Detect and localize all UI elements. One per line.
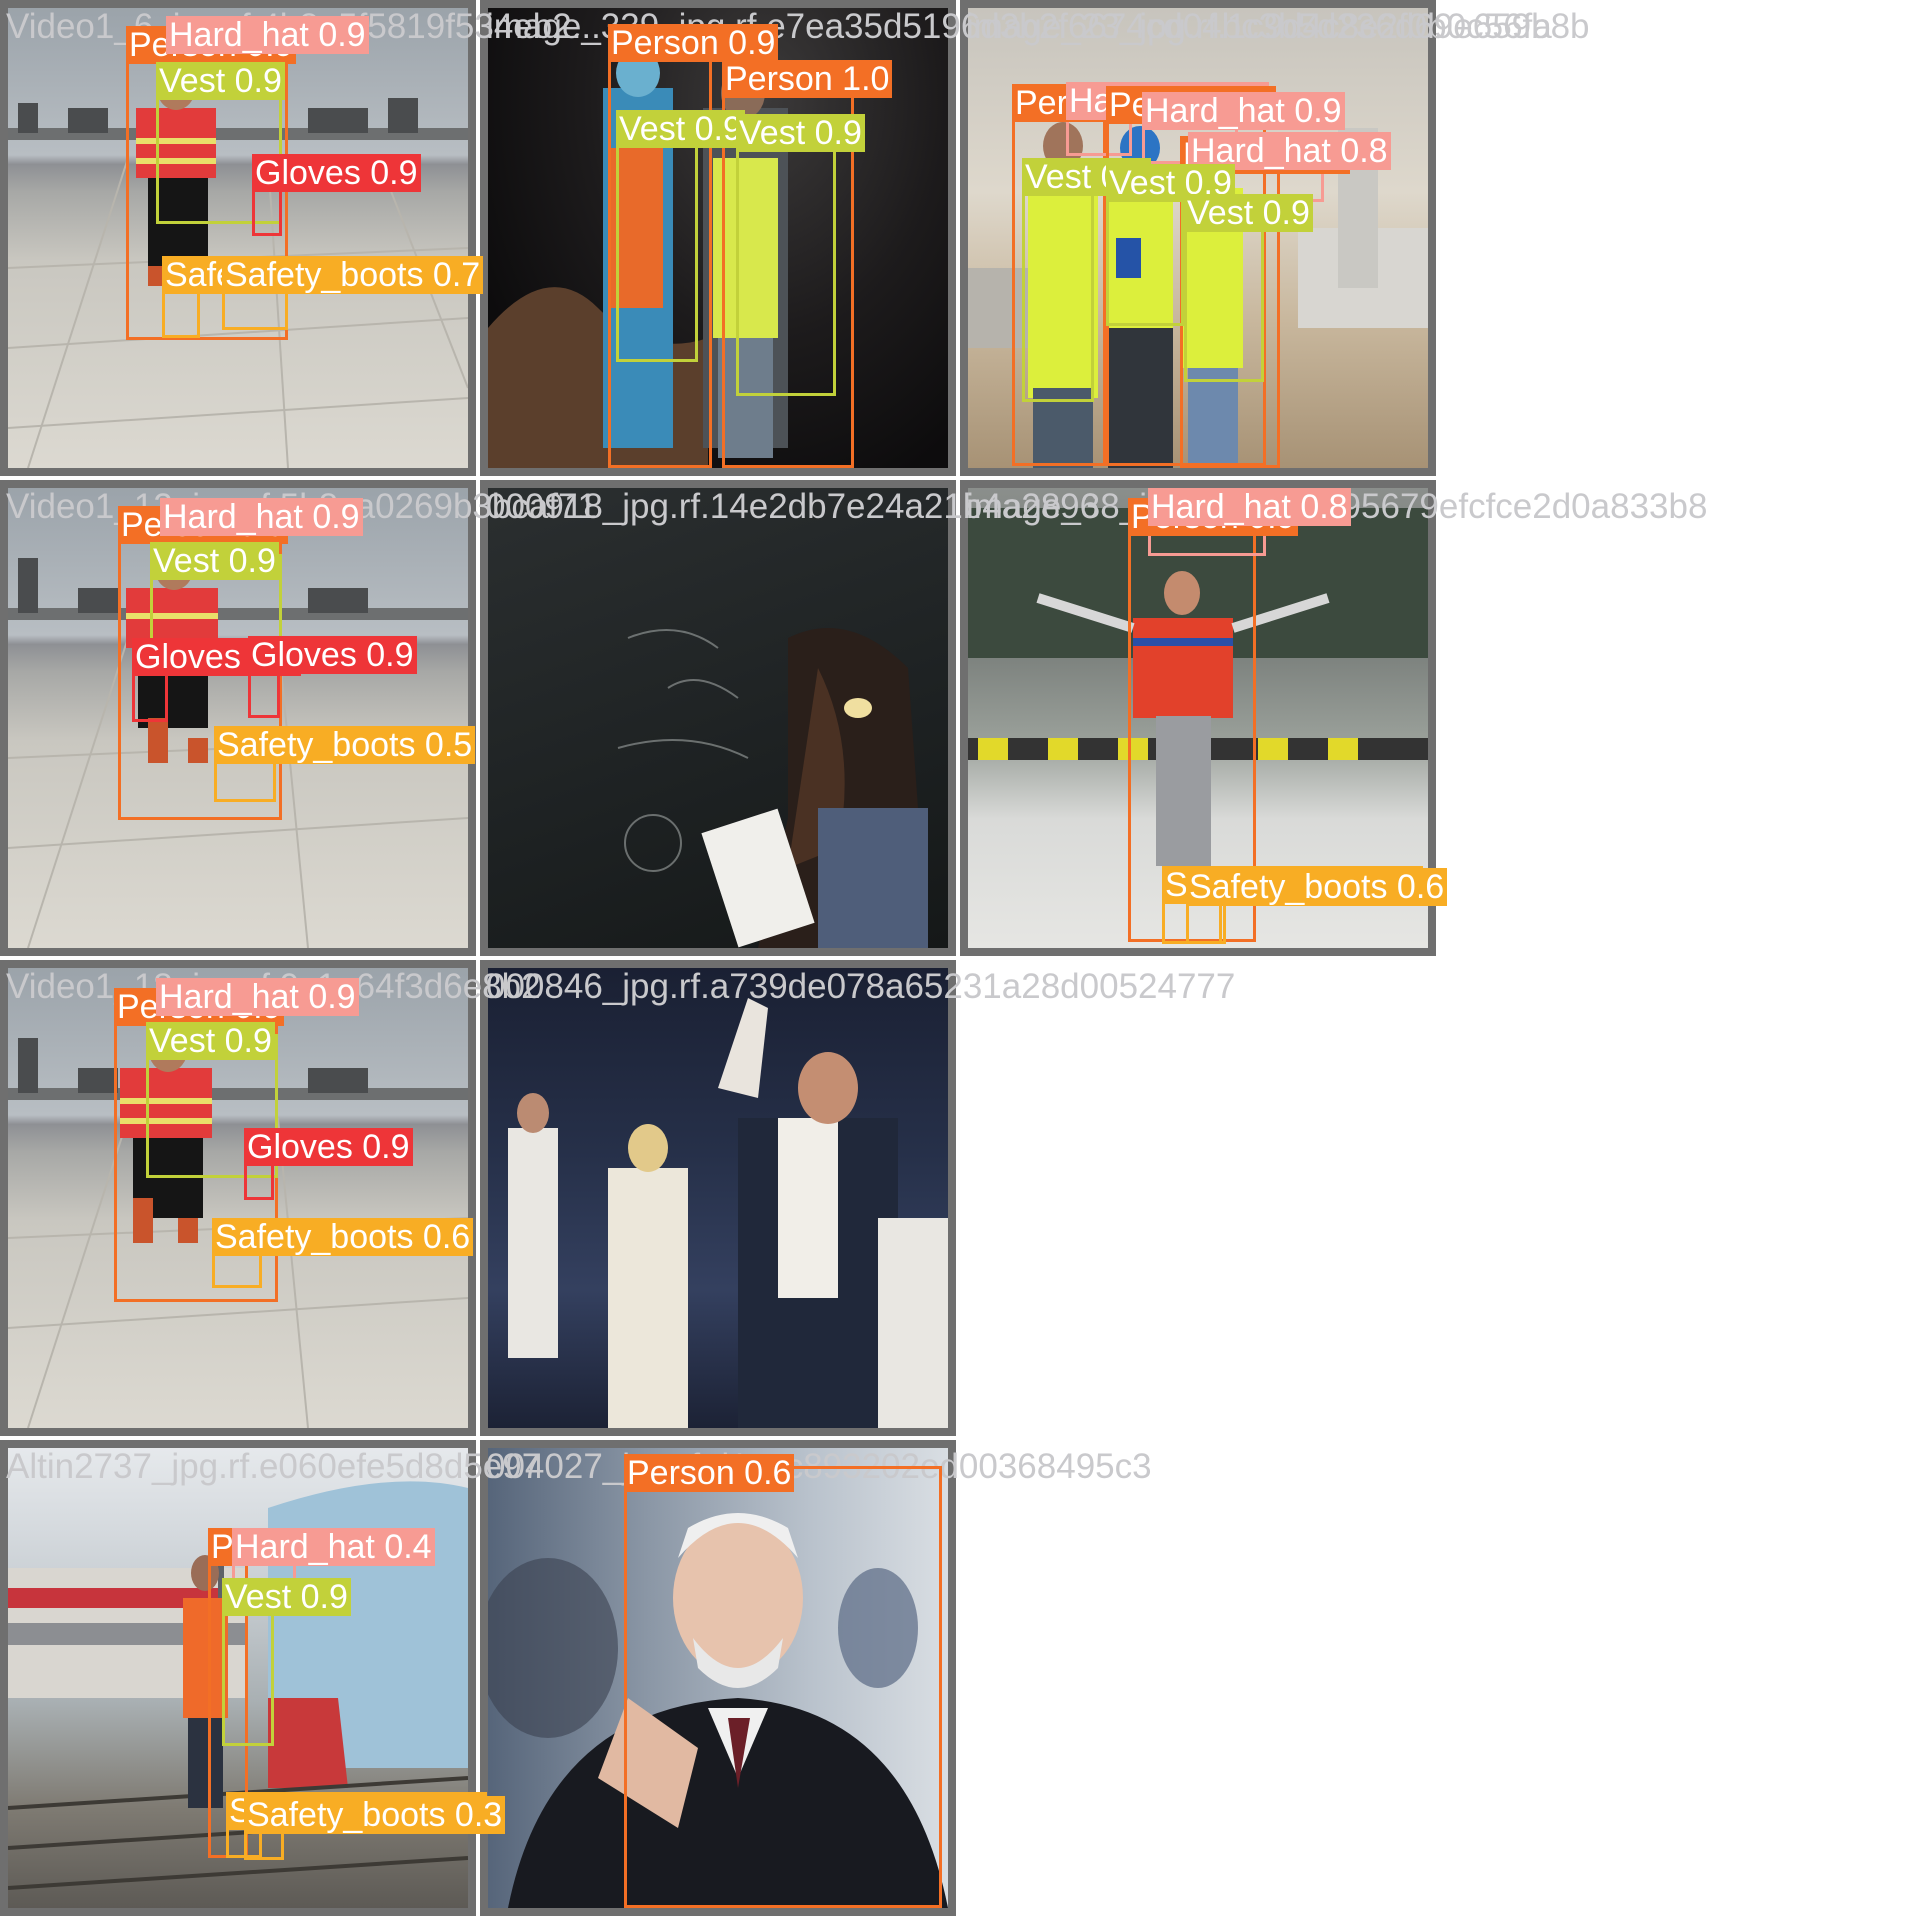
tile-5[interactable] — [480, 480, 956, 956]
detection-label: Hard_hat 0.9 — [1142, 92, 1345, 130]
detection-label: Vest 0.9 — [736, 114, 865, 152]
bounding-box-vest — [736, 126, 836, 396]
detection-label: Vest 0.9 — [222, 1578, 351, 1616]
scene-illustration — [617, 628, 928, 948]
detection-label: Hard_hat 0.8 — [1148, 488, 1351, 526]
detection-label: Hard_hat 0.4 — [232, 1528, 435, 1566]
detection-label: Gloves 0.9 — [244, 1128, 413, 1166]
detection-label: Safety_boots 0.3 — [244, 1796, 506, 1834]
detection-label: Vest 0.9 — [146, 1022, 275, 1060]
tile-8[interactable] — [480, 960, 956, 1436]
tile-image — [488, 488, 948, 948]
detection-label: Safety_boots 0.6 — [1186, 868, 1448, 906]
bounding-box-person — [624, 1466, 942, 1908]
scene-illustration — [508, 998, 948, 1428]
detection-label: Gloves 0.9 — [252, 154, 421, 192]
detection-label: Safety_boots 0.6 — [212, 1218, 474, 1256]
detection-label: Vest 0.9 — [156, 62, 285, 100]
bounding-box-vest — [616, 122, 698, 362]
detection-label: Person 0.6 — [624, 1454, 795, 1492]
detection-label: Vest 0.9 — [616, 110, 745, 148]
detection-label: Safety_boots 0.7 — [222, 256, 484, 294]
bounding-box-vest — [1022, 170, 1094, 402]
detection-label: Hard_hat 0.9 — [160, 498, 363, 536]
detection-label: Person 0.9 — [608, 24, 779, 62]
detection-label: Gloves 0.9 — [248, 636, 417, 674]
detection-label: Person 1.0 — [722, 60, 893, 98]
detection-label: Vest 0.9 — [1184, 194, 1313, 232]
tile-image — [488, 968, 948, 1428]
bounding-box-vest — [1184, 206, 1264, 382]
detection-label: Hard_hat 0.9 — [156, 978, 359, 1016]
detection-label: Safety_boots 0.5 — [214, 726, 476, 764]
detection-label: Vest 0.9 — [150, 542, 279, 580]
detection-label: Hard_hat 0.9 — [166, 16, 369, 54]
